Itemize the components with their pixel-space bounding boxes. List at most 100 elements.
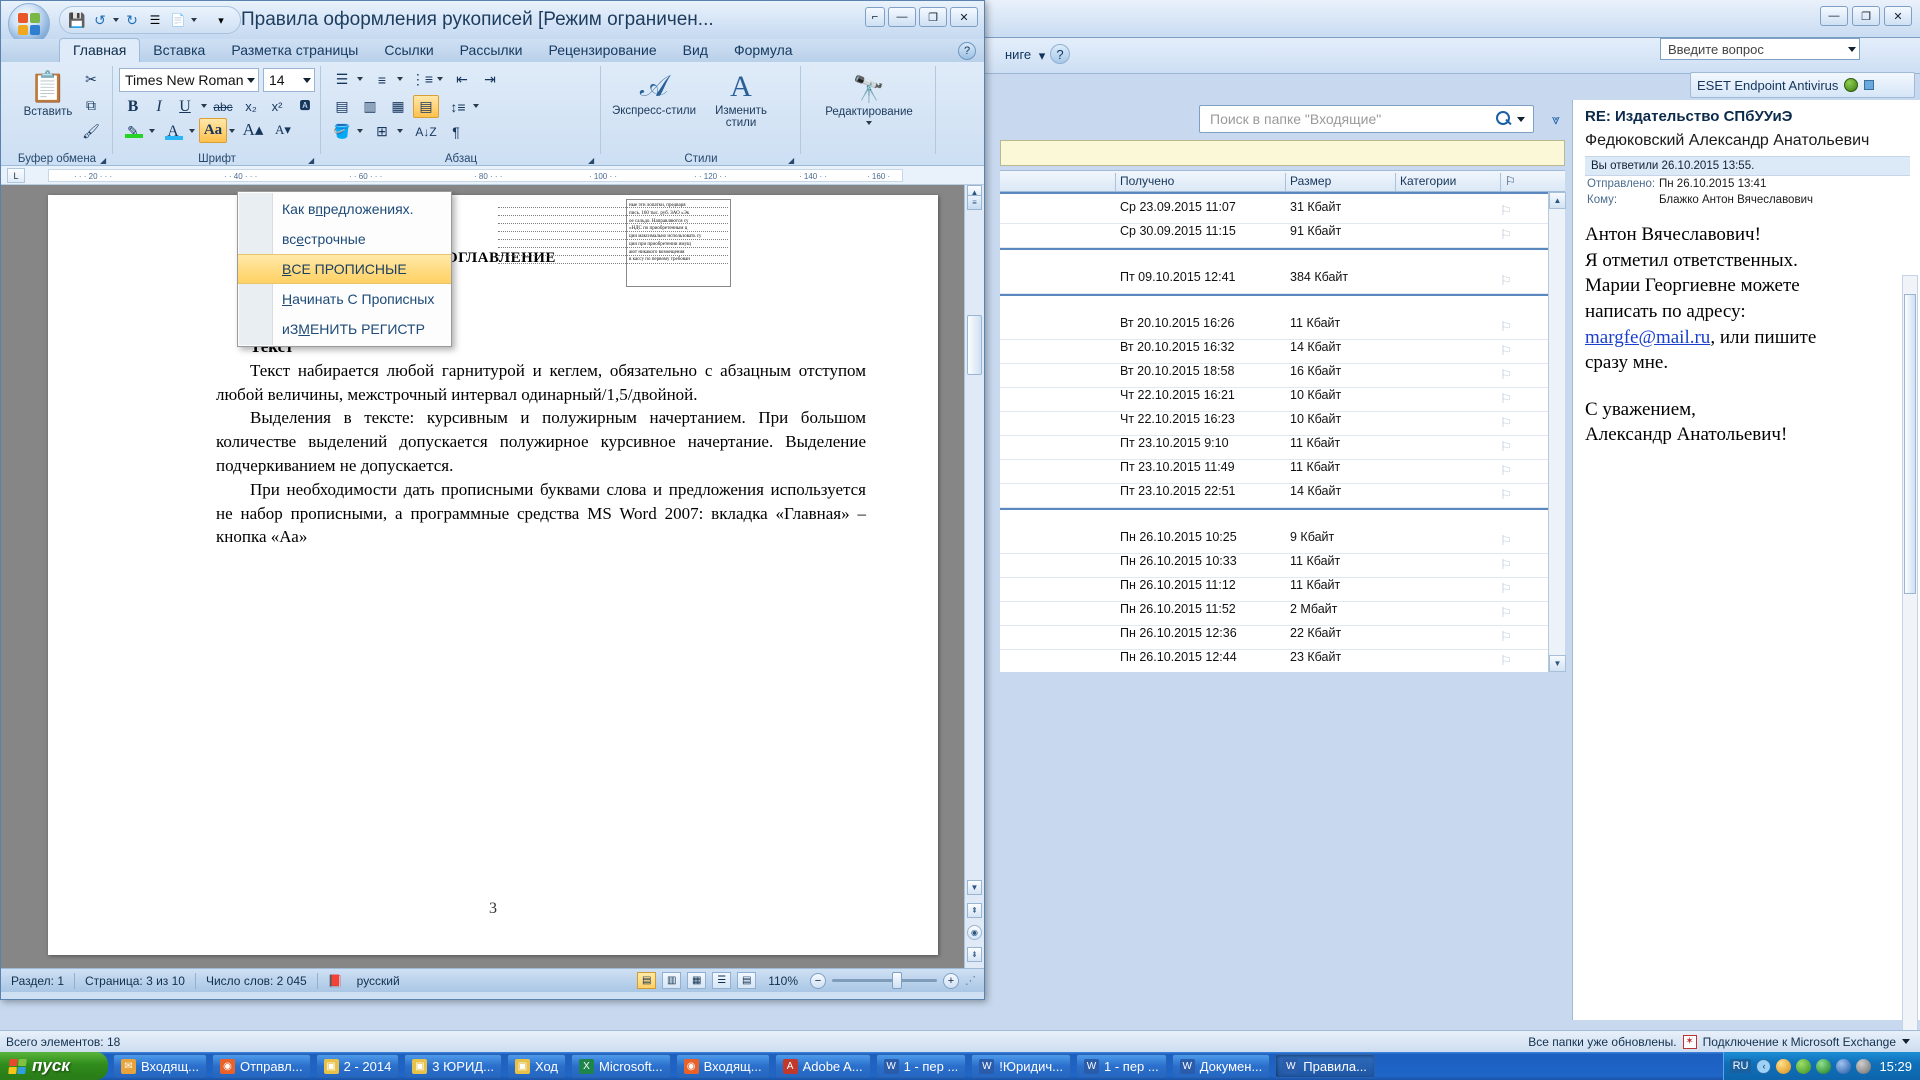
email-address-link[interactable]: margfe@mail.ru [1585, 327, 1710, 348]
clear-formatting-button[interactable]: 🅰 [293, 93, 317, 116]
taskbar-button-10[interactable]: W !Юридич... [971, 1054, 1071, 1078]
text-highlight-color-button[interactable]: ✎ [121, 120, 145, 143]
ribbon-tab-4[interactable]: Ссылки [371, 39, 446, 62]
table-row[interactable]: Пн 26.10.2015 11:12 11 Кбайт ⚐ [1000, 578, 1548, 599]
justify-button[interactable]: ▤ [413, 95, 439, 118]
message-list[interactable]: Ср 23.09.2015 11:07 31 Кбайт ⚐ Ср 30.09.201… [1000, 192, 1548, 672]
zoom-slider[interactable] [832, 972, 937, 989]
cut-button[interactable]: ✂ [79, 68, 103, 91]
resize-grip-icon[interactable]: ⋰ [965, 974, 976, 987]
scroll-up-arrow-icon[interactable]: ▲ [1549, 192, 1566, 209]
quick-access-toolbar[interactable]: 💾 ↺ ↻ ☰ 📄 ▾ [59, 6, 241, 34]
ask-question-input[interactable]: Введите вопрос [1664, 42, 1848, 57]
underline-button[interactable]: U [173, 95, 197, 118]
document-text[interactable]: Текст Текст набирается любой гарнитурой … [216, 335, 866, 549]
table-row[interactable]: Ср 30.09.2015 11:15 91 Кбайт ⚐ [1000, 224, 1548, 245]
tab-selector-button[interactable]: L [7, 168, 25, 183]
flag-icon[interactable]: ⚐ [1500, 273, 1512, 289]
line-spacing-button[interactable]: ↕≡ [445, 95, 471, 118]
horizontal-ruler[interactable]: L · · · 20 · · · · · 40 · · · · · 60 · ·… [1, 166, 984, 185]
taskbar-button-2[interactable]: ◉ Отправл... [211, 1054, 311, 1078]
doc-scroll-down-icon[interactable]: ▼ [967, 880, 982, 895]
show-hidden-icons-icon[interactable]: ‹ [1756, 1058, 1772, 1074]
reading-pane-scrollbar[interactable] [1902, 275, 1918, 1035]
flag-icon[interactable]: ⚐ [1500, 319, 1512, 335]
eset-antivirus-indicator[interactable]: ESET Endpoint Antivirus [1690, 72, 1915, 98]
clipboard-dialog-launcher[interactable]: ◢ [100, 156, 109, 165]
bullets-chevron-icon[interactable] [357, 77, 363, 81]
flag-icon[interactable]: ⚐ [1500, 653, 1512, 669]
message-list-scrollbar[interactable]: ▲ ▼ [1548, 192, 1566, 672]
zoom-slider-thumb[interactable] [892, 972, 902, 989]
search-icon[interactable] [1495, 110, 1513, 128]
zoom-level[interactable]: 110% [762, 974, 804, 988]
table-row[interactable]: Пн 26.10.2015 12:44 23 Кбайт ⚐ [1000, 650, 1548, 671]
copy-button[interactable]: ⧉ [79, 94, 103, 117]
change-case-menu[interactable]: Как в п редложениях. вс е строчные В СЕ ПРОПИ… [237, 191, 452, 347]
document-vertical-scrollbar[interactable]: ▲ ▼ ⇞ ◉ ⇟ ≡ [964, 185, 984, 968]
change-styles-button[interactable]: A Изменить стили [703, 70, 779, 129]
increase-indent-button[interactable]: ⇥ [477, 68, 503, 91]
taskbar-items[interactable]: ✉ Входящ... ◉ Отправл... ▣ 2 - 2014 ▣ 3 ЮРИД...… [108, 1054, 1723, 1078]
underline-chevron-icon[interactable] [201, 104, 207, 108]
exchange-chevron-icon[interactable] [1902, 1039, 1910, 1044]
align-right-button[interactable]: ▦ [385, 95, 411, 118]
ask-a-question-box[interactable]: Введите вопрос [1660, 38, 1860, 60]
status-exchange-connection[interactable]: Подключение к Microsoft Exchange [1703, 1035, 1896, 1049]
word-ruler-icon[interactable]: ⌐ [865, 7, 885, 27]
line-spacing-chevron-icon[interactable] [473, 104, 479, 108]
table-row[interactable]: Чт 22.10.2015 16:23 10 Кбайт ⚐ [1000, 412, 1548, 433]
strikethrough-button[interactable]: abc [211, 95, 235, 118]
ribbon-tab-1[interactable]: Главная [59, 38, 141, 62]
zoom-in-button[interactable]: + [943, 972, 959, 989]
status-section[interactable]: Раздел: 1 [1, 974, 74, 988]
search-input[interactable]: Поиск в папке "Входящие" [1204, 111, 1495, 127]
qat-more-icon[interactable]: ▾ [211, 10, 231, 30]
outlook-window-buttons[interactable]: — ❐ ✕ [1820, 6, 1912, 26]
outline-view-button[interactable]: ☰ [712, 972, 732, 989]
taskbar-button-5[interactable]: ▣ Ход [506, 1054, 566, 1078]
outlook-help-icon[interactable]: ? [1050, 44, 1070, 64]
multilevel-list-button[interactable]: ⋮≡ [409, 68, 435, 91]
ribbon-tab-8[interactable]: Формула [721, 39, 806, 62]
expand-query-builder-button[interactable]: ⩔ [1545, 106, 1567, 132]
taskbar-button-4[interactable]: ▣ 3 ЮРИД... [404, 1054, 502, 1078]
bullets-button[interactable]: ☰ [329, 68, 355, 91]
flag-icon[interactable]: ⚐ [1500, 533, 1512, 549]
save-icon[interactable]: 💾 [67, 10, 87, 30]
font-dialog-launcher[interactable]: ◢ [308, 156, 317, 165]
taskbar-button-8[interactable]: A Adobe A... [774, 1054, 871, 1078]
table-row[interactable]: Пн 26.10.2015 12:36 22 Кбайт ⚐ [1000, 626, 1548, 647]
print-preview-icon[interactable]: 📄 [168, 10, 188, 30]
status-language[interactable]: русский [347, 974, 410, 988]
flag-icon[interactable]: ⚐ [1500, 343, 1512, 359]
outlook-close-button[interactable]: ✕ [1884, 6, 1912, 26]
split-bar-icon[interactable]: ≡ [967, 195, 982, 210]
outlook-minimize-button[interactable]: — [1820, 6, 1848, 26]
font-color-button[interactable]: A [161, 120, 185, 143]
flag-icon[interactable]: ⚐ [1500, 557, 1512, 573]
editing-chevron-icon[interactable] [866, 121, 872, 125]
flag-icon[interactable]: ⚐ [1500, 605, 1512, 621]
language-indicator[interactable]: RU [1729, 1059, 1752, 1073]
network-tray-icon[interactable] [1816, 1058, 1832, 1074]
eset-tray-icon[interactable] [1796, 1058, 1812, 1074]
previous-page-icon[interactable]: ⇞ [967, 903, 982, 918]
ask-question-chevron-icon[interactable] [1848, 46, 1856, 52]
highlight-chevron-icon[interactable] [149, 129, 155, 133]
search-options-chevron-icon[interactable] [1517, 116, 1525, 122]
table-row[interactable]: Вт 20.10.2015 16:32 14 Кбайт ⚐ [1000, 340, 1548, 361]
font-size-combo[interactable]: 14 [263, 68, 315, 92]
status-word-count[interactable]: Число слов: 2 045 [196, 974, 317, 988]
ribbon-tab-2[interactable]: Вставка [140, 39, 218, 62]
borders-button[interactable]: ⊞ [369, 120, 395, 143]
undo-chevron-icon[interactable] [113, 18, 119, 22]
word-close-button[interactable]: ✕ [950, 7, 978, 27]
flag-icon[interactable]: ⚐ [1500, 415, 1512, 431]
change-case-item-4[interactable]: Начинать С Прописных [238, 284, 451, 314]
taskbar-button-3[interactable]: ▣ 2 - 2014 [315, 1054, 400, 1078]
styles-dialog-launcher[interactable]: ◢ [788, 156, 797, 165]
clock[interactable]: 15:29 [1879, 1059, 1912, 1074]
flag-icon[interactable]: ⚐ [1500, 391, 1512, 407]
print-layout-view-button[interactable]: ▤ [637, 972, 657, 989]
